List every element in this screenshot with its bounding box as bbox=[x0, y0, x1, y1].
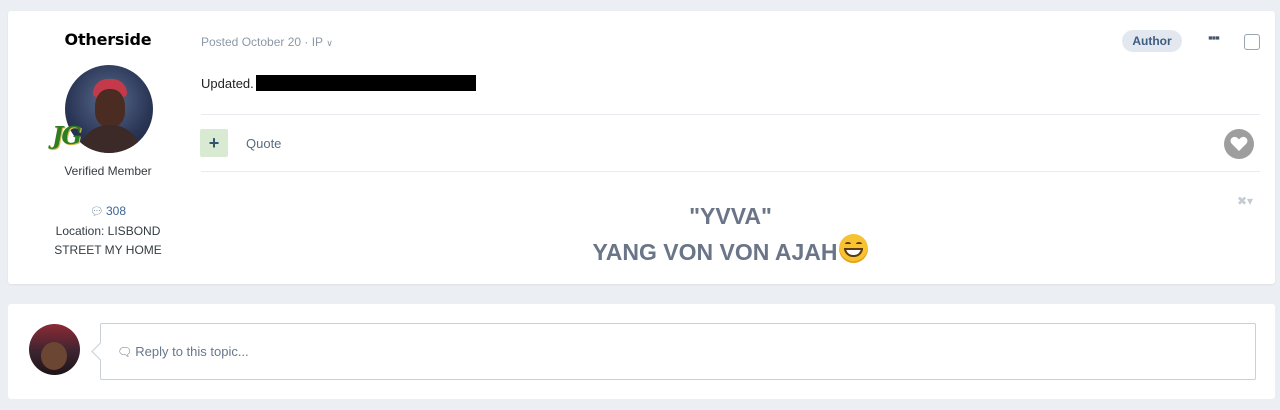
signature: "YVVA" YANG VON VON AJAH bbox=[201, 198, 1260, 270]
reply-input[interactable]: 🗨︎ Reply to this topic... bbox=[100, 323, 1256, 380]
post-count-value: 308 bbox=[105, 204, 126, 218]
author-badge: Author bbox=[1122, 30, 1182, 52]
divider bbox=[201, 171, 1260, 172]
reply-placeholder: Reply to this topic... bbox=[135, 344, 249, 359]
quote-button[interactable]: Quote bbox=[246, 136, 281, 151]
post-card: Otherside JG Verified Member 💬︎ 308 Locat… bbox=[8, 11, 1275, 284]
reply-card: 🗨︎ Reply to this topic... bbox=[8, 304, 1275, 399]
author-panel: Otherside JG Verified Member 💬︎ 308 Locat… bbox=[8, 11, 208, 284]
comment-bubble-icon: 💬︎ bbox=[90, 206, 104, 218]
ellipsis-icon[interactable]: ▪▪▪ bbox=[1208, 31, 1226, 44]
current-user-avatar[interactable] bbox=[29, 324, 80, 375]
post-count[interactable]: 💬︎ 308 bbox=[8, 202, 208, 222]
member-title: Verified Member bbox=[64, 164, 152, 178]
posted-date: Posted October 20 · IP bbox=[201, 35, 323, 49]
location-value: STREET MY HOME bbox=[54, 243, 162, 257]
chevron-down-icon: ∨ bbox=[326, 38, 333, 48]
reply-prompt: 🗨︎ Reply to this topic... bbox=[117, 344, 249, 359]
post-text: Updated. bbox=[201, 75, 254, 91]
heart-icon bbox=[1230, 136, 1248, 151]
post-select-checkbox[interactable] bbox=[1244, 34, 1260, 50]
signature-line-2: YANG VON VON AJAH bbox=[592, 239, 838, 265]
reputation-plus-button[interactable]: + bbox=[200, 129, 228, 157]
author-username[interactable]: Otherside bbox=[8, 30, 208, 49]
author-stats: 💬︎ 308 Location: LISBOND STREET MY HOME bbox=[8, 202, 208, 260]
redacted-block bbox=[255, 75, 476, 91]
grinning-face-icon bbox=[839, 234, 869, 263]
post-content: Updated. bbox=[201, 75, 476, 91]
divider bbox=[201, 114, 1260, 115]
location-label: Location: LISBOND bbox=[55, 224, 161, 238]
post-meta[interactable]: Posted October 20 · IP ∨ bbox=[201, 35, 333, 49]
signature-line-1: "YVVA" bbox=[689, 203, 772, 229]
react-button[interactable] bbox=[1224, 129, 1254, 159]
comment-icon: 🗨︎ bbox=[117, 345, 133, 359]
rank-badge-icon: JG bbox=[52, 121, 82, 150]
